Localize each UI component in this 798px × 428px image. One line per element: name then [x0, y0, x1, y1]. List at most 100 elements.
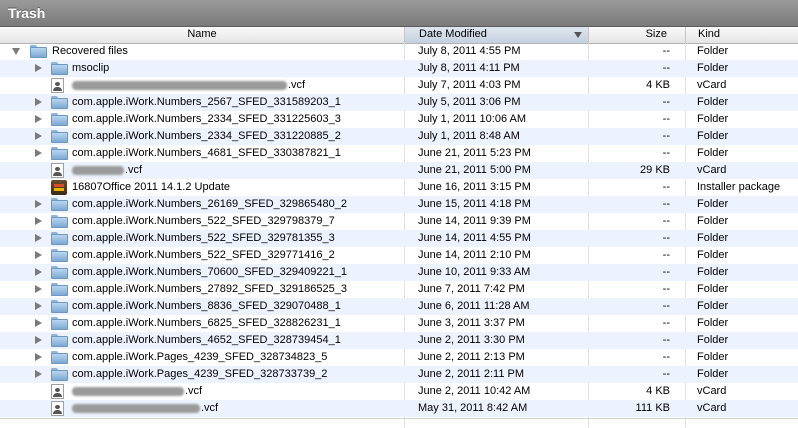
disclosure-triangle-closed-icon[interactable] — [35, 115, 42, 123]
file-name-label: .vcf — [288, 79, 306, 91]
column-header-kind[interactable]: Kind — [685, 27, 798, 43]
file-row[interactable]: com.apple.iWork.Numbers_522_SFED_3297983… — [0, 213, 798, 230]
file-name-label: com.apple.iWork.Numbers_2334_SFED_331220… — [72, 130, 341, 142]
file-row[interactable]: com.apple.iWork.Pages_4239_SFED_32873482… — [0, 349, 798, 366]
disclosure-triangle-closed-icon[interactable] — [35, 370, 42, 378]
disclosure-triangle-closed-icon[interactable] — [35, 302, 42, 310]
kind-cell: Folder — [697, 130, 729, 142]
file-row[interactable]: com.apple.iWork.Numbers_2334_SFED_331225… — [0, 111, 798, 128]
file-row[interactable]: com.apple.iWork.Numbers_2567_SFED_331589… — [0, 94, 798, 111]
file-row[interactable]: msoclip July 8, 2011 4:11 PM -- Folder — [0, 60, 798, 77]
disclosure-triangle-closed-icon[interactable] — [35, 64, 42, 72]
kind-cell: vCard — [697, 402, 727, 414]
file-name-label: com.apple.iWork.Numbers_522_SFED_3297813… — [72, 232, 335, 244]
file-name-cell: com.apple.iWork.Numbers_26169_SFED_32986… — [0, 196, 404, 213]
folder-icon — [30, 45, 47, 58]
file-name-cell: com.apple.iWork.Numbers_2334_SFED_331220… — [0, 128, 404, 145]
file-name: .vcf — [72, 383, 202, 400]
column-header-size[interactable]: Size — [588, 27, 685, 43]
folder-icon — [51, 232, 68, 245]
sort-descending-icon — [574, 32, 582, 38]
size-cell: -- — [662, 368, 670, 380]
date-modified-cell: June 3, 2011 3:37 PM — [418, 317, 525, 329]
file-row[interactable]: .vcf July 7, 2011 4:03 PM 4 KB vCard — [0, 77, 798, 94]
disclosure-triangle-closed-icon[interactable] — [35, 319, 42, 327]
finder-window: Trash Name Date Modified Size Kind Recov… — [0, 0, 798, 428]
disclosure-triangle-closed-icon[interactable] — [35, 149, 42, 157]
file-row[interactable]: com.apple.iWork.Pages_4239_SFED_32873373… — [0, 366, 798, 383]
disclosure-triangle-closed-icon[interactable] — [35, 268, 42, 276]
size-cell: 4 KB — [646, 79, 670, 91]
size-cell: -- — [662, 334, 670, 346]
file-name-label: com.apple.iWork.Numbers_2334_SFED_331225… — [72, 113, 341, 125]
file-name-label: com.apple.iWork.Numbers_2567_SFED_331589… — [72, 96, 341, 108]
size-cell: -- — [662, 62, 670, 74]
file-row[interactable]: 16807Office 2011 14.1.2 Update June 16, 2… — [0, 179, 798, 196]
file-name: com.apple.iWork.Numbers_27892_SFED_32918… — [72, 281, 347, 298]
file-name: Recovered files — [52, 43, 128, 60]
folder-icon — [51, 215, 68, 228]
kind-cell: Folder — [697, 113, 729, 125]
file-row[interactable]: com.apple.iWork.Numbers_4681_SFED_330387… — [0, 145, 798, 162]
disclosure-triangle-closed-icon[interactable] — [35, 353, 42, 361]
file-row[interactable]: com.apple.iWork.Numbers_522_SFED_3297813… — [0, 230, 798, 247]
file-name-cell: Recovered files — [0, 43, 404, 60]
redacted-text — [72, 80, 287, 90]
folder-icon — [51, 198, 68, 211]
file-row[interactable]: .vcf June 2, 2011 10:42 AM 4 KB vCard — [0, 383, 798, 400]
disclosure-triangle-closed-icon[interactable] — [35, 285, 42, 293]
file-name-label: com.apple.iWork.Numbers_4681_SFED_330387… — [72, 147, 341, 159]
file-row[interactable]: com.apple.iWork.Numbers_6825_SFED_328826… — [0, 315, 798, 332]
folder-icon — [51, 130, 68, 143]
disclosure-triangle-closed-icon[interactable] — [35, 200, 42, 208]
size-cell: -- — [662, 215, 670, 227]
vcard-icon — [51, 78, 64, 93]
date-modified-cell: July 5, 2011 3:06 PM — [418, 96, 521, 108]
vcard-icon — [51, 401, 64, 416]
file-name-label: com.apple.iWork.Pages_4239_SFED_32873373… — [72, 368, 328, 380]
size-cell: -- — [662, 181, 670, 193]
kind-cell: Folder — [697, 300, 729, 312]
file-name-label: com.apple.iWork.Numbers_27892_SFED_32918… — [72, 283, 347, 295]
kind-cell: Folder — [697, 215, 729, 227]
disclosure-triangle-closed-icon[interactable] — [35, 98, 42, 106]
file-name-cell: com.apple.iWork.Pages_4239_SFED_32873373… — [0, 366, 404, 383]
column-header-date-modified[interactable]: Date Modified — [404, 27, 588, 43]
file-row[interactable]: .vcf June 21, 2011 5:00 PM 29 KB vCard — [0, 162, 798, 179]
size-cell: -- — [662, 249, 670, 261]
file-row[interactable]: com.apple.iWork.Numbers_4652_SFED_328739… — [0, 332, 798, 349]
file-row[interactable]: com.apple.iWork.Numbers_2334_SFED_331220… — [0, 128, 798, 145]
column-header-name[interactable]: Name — [0, 27, 404, 43]
folder-icon — [51, 96, 68, 109]
disclosure-triangle-closed-icon[interactable] — [35, 251, 42, 259]
file-name-cell: .vcf — [0, 162, 404, 179]
file-row[interactable]: Recovered files July 8, 2011 4:55 PM -- Fol… — [0, 43, 798, 60]
size-cell: -- — [662, 147, 670, 159]
file-name-cell: com.apple.iWork.Numbers_522_SFED_3297813… — [0, 230, 404, 247]
file-row[interactable]: com.apple.iWork.Numbers_70600_SFED_32940… — [0, 264, 798, 281]
disclosure-triangle-closed-icon[interactable] — [35, 336, 42, 344]
date-modified-cell: June 6, 2011 11:28 AM — [418, 300, 530, 312]
date-modified-cell: June 14, 2011 2:10 PM — [418, 249, 531, 261]
kind-cell: Folder — [697, 249, 729, 261]
disclosure-triangle-closed-icon[interactable] — [35, 234, 42, 242]
folder-icon — [51, 317, 68, 330]
disclosure-triangle-closed-icon[interactable] — [35, 217, 42, 225]
file-row[interactable]: com.apple.iWork.Numbers_8836_SFED_329070… — [0, 298, 798, 315]
size-cell: -- — [662, 317, 670, 329]
file-row[interactable]: com.apple.iWork.Numbers_522_SFED_3297714… — [0, 247, 798, 264]
file-row[interactable]: com.apple.iWork.Numbers_27892_SFED_32918… — [0, 281, 798, 298]
file-row[interactable]: com.apple.iWork.Numbers_26169_SFED_32986… — [0, 196, 798, 213]
kind-cell: Installer package — [697, 181, 781, 193]
disclosure-triangle-closed-icon[interactable] — [35, 132, 42, 140]
date-modified-cell: June 14, 2011 4:55 PM — [418, 232, 531, 244]
file-name-cell: com.apple.iWork.Numbers_522_SFED_3297714… — [0, 247, 404, 264]
folder-icon — [51, 249, 68, 262]
date-modified-cell: July 1, 2011 10:06 AM — [418, 113, 527, 125]
file-name-cell: msoclip — [0, 60, 404, 77]
disclosure-triangle-open-icon[interactable] — [12, 48, 20, 55]
file-row[interactable]: .vcf May 31, 2011 8:42 AM 111 KB vCard — [0, 400, 798, 417]
file-name-cell: com.apple.iWork.Numbers_522_SFED_3297983… — [0, 213, 404, 230]
file-name-label: Recovered files — [52, 45, 128, 57]
kind-cell: vCard — [697, 79, 727, 91]
